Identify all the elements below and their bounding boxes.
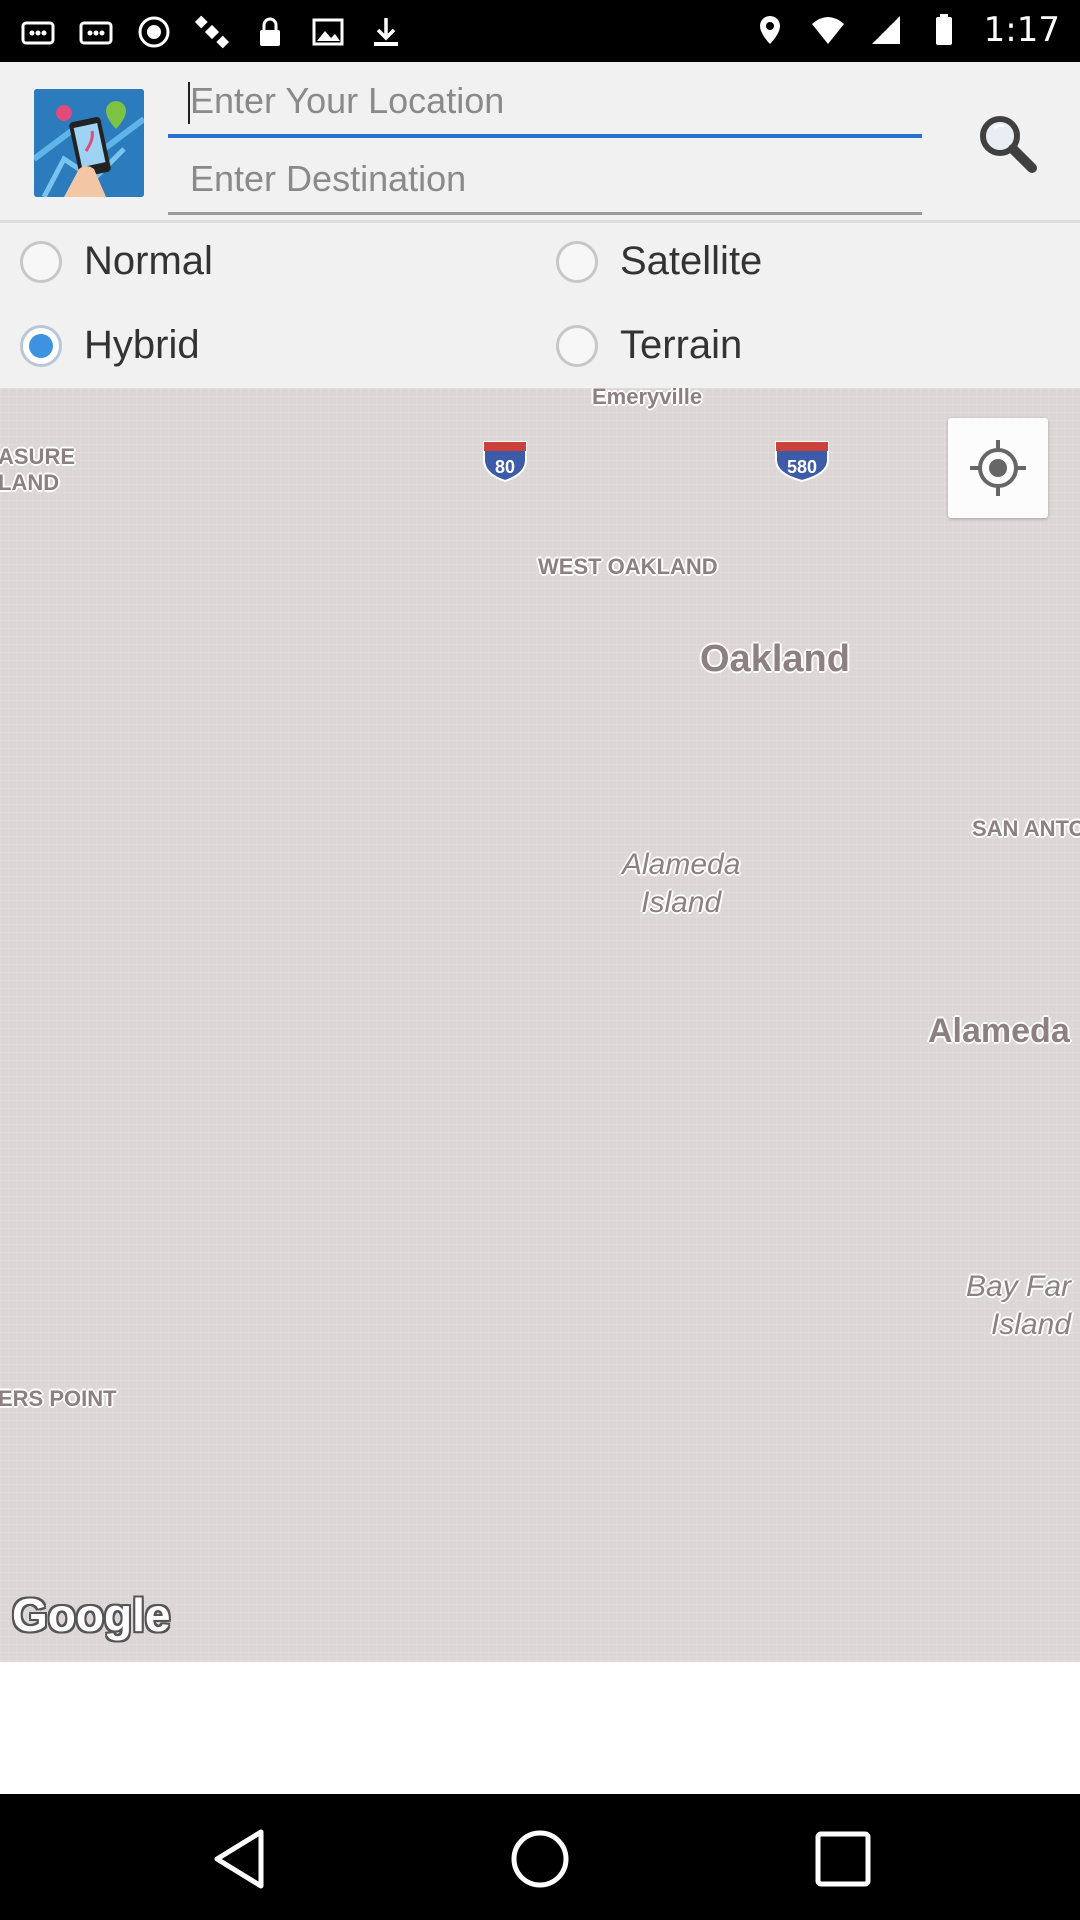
- wifi-icon: [811, 17, 844, 44]
- radio-terrain[interactable]: Terrain: [556, 323, 742, 368]
- signal-icon: [871, 16, 900, 44]
- my-location-icon: [970, 440, 1026, 496]
- map-label-oakland: Oakland: [700, 638, 850, 680]
- radio-normal-circle[interactable]: [20, 240, 62, 283]
- record-icon: [138, 16, 170, 48]
- interstate-580-number: 580: [786, 457, 818, 477]
- destination-placeholder: Enter Destination: [190, 158, 467, 199]
- system-nav-bar: [0, 1794, 1080, 1920]
- map-label-alameda-island: Alameda Island: [622, 848, 741, 919]
- radio-hybrid-circle[interactable]: [20, 324, 62, 367]
- map-label-bay-farm-island: Bay Far Island: [966, 1270, 1072, 1341]
- status-notifications: [20, 14, 404, 50]
- notification-icon: [21, 21, 55, 45]
- map-label-alameda: Alameda: [928, 1012, 1070, 1050]
- interstate-80-number: 80: [494, 457, 516, 477]
- search-icon[interactable]: [972, 108, 1042, 178]
- recents-icon[interactable]: [808, 1824, 878, 1894]
- app-logo-icon: [34, 89, 144, 197]
- route-header: Enter Your Location Enter Destination: [0, 62, 1080, 223]
- google-attribution-logo: Google: [12, 1589, 171, 1641]
- gallery-icon: [312, 18, 344, 46]
- map-type-group: Normal Satellite Hybrid Terrain: [0, 223, 1080, 388]
- location-input[interactable]: Enter Your Location: [168, 70, 922, 138]
- battery-icon: [935, 14, 952, 45]
- map-label-west-oakland: WEST OAKLAND: [538, 554, 718, 579]
- text-cursor: [188, 82, 190, 124]
- interstate-580-shield: 580: [774, 440, 830, 482]
- radio-satellite-label: Satellite: [620, 239, 763, 283]
- my-location-button[interactable]: [948, 418, 1048, 518]
- status-time: 1:17: [983, 10, 1060, 50]
- location-placeholder: Enter Your Location: [190, 80, 505, 121]
- back-icon[interactable]: [205, 1824, 275, 1894]
- radio-satellite-circle[interactable]: [556, 240, 598, 283]
- radio-hybrid-label: Hybrid: [84, 323, 200, 367]
- radio-terrain-label: Terrain: [620, 323, 743, 367]
- radio-hybrid[interactable]: Hybrid: [20, 323, 200, 368]
- download-icon: [374, 18, 398, 46]
- radio-satellite[interactable]: Satellite: [556, 239, 762, 284]
- radio-normal[interactable]: Normal: [20, 239, 213, 284]
- map-label-emeryville: Emeryville: [592, 388, 703, 409]
- map-label-hunters-point: ERS POINT: [0, 1386, 117, 1411]
- destination-input[interactable]: Enter Destination: [168, 148, 922, 215]
- radio-normal-label: Normal: [84, 239, 213, 283]
- radio-terrain-circle[interactable]: [556, 324, 598, 367]
- notification-icon: [79, 21, 113, 45]
- lock-icon: [260, 17, 280, 46]
- status-system: 1:17: [752, 10, 1060, 50]
- interstate-80-shield: 80: [482, 440, 528, 482]
- map-label-san-antonio: SAN ANTO: [972, 816, 1080, 841]
- fake-gps-icon: [759, 16, 780, 44]
- map-label-treasure-island: ASURE LAND: [0, 444, 76, 495]
- map-view[interactable]: Emeryville ASURE LAND 80 580 WEST OAKLAN…: [0, 388, 1080, 1662]
- status-bar: 1:17: [0, 0, 1080, 62]
- satellite-icon: [194, 15, 230, 49]
- home-icon[interactable]: [505, 1824, 575, 1894]
